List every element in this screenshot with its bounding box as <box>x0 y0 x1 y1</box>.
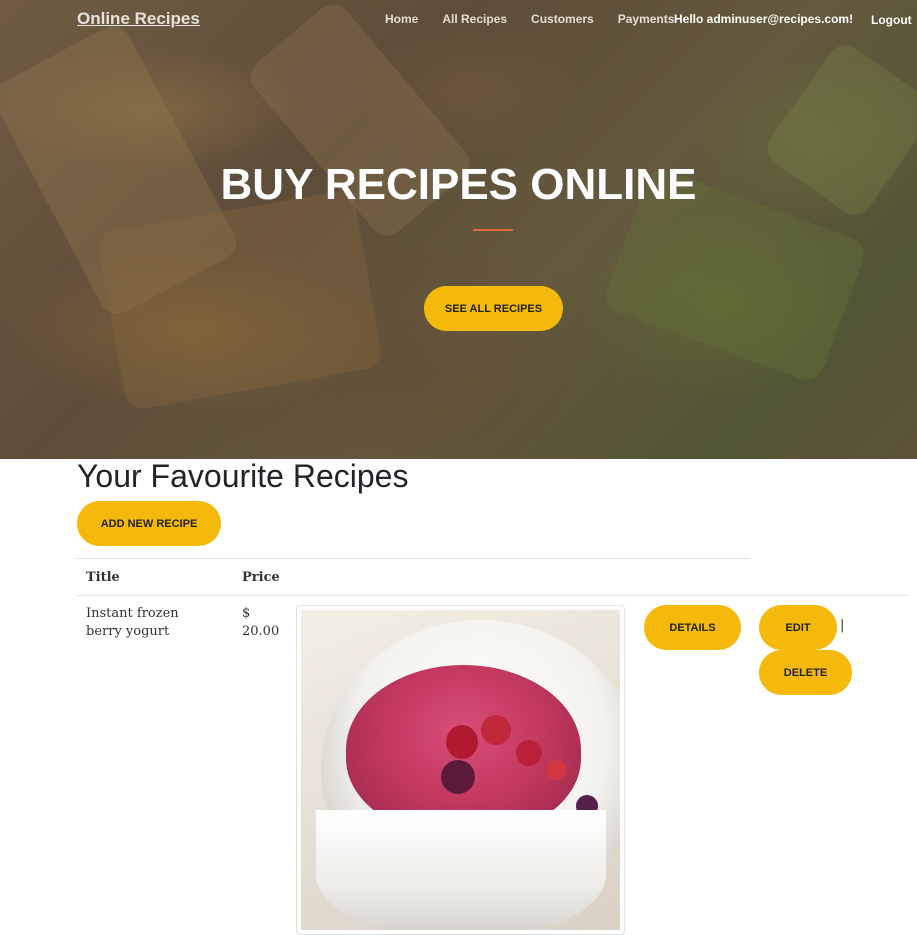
action-separator: | <box>840 618 845 633</box>
nav-link-home[interactable]: Home <box>385 12 418 26</box>
nav-links: Home All Recipes Customers Payments <box>385 12 674 26</box>
recipe-price: $ 20.00 <box>242 606 280 639</box>
delete-button[interactable]: DELETE <box>759 650 852 695</box>
see-all-recipes-button[interactable]: SEE ALL RECIPES <box>424 286 563 331</box>
top-navbar: Online Recipes Home All Recipes Customer… <box>0 0 917 40</box>
brand-logo-link[interactable]: Online Recipes <box>77 9 200 29</box>
details-button[interactable]: DETAILS <box>644 605 741 650</box>
hero-overlay <box>0 0 917 459</box>
user-greeting: Hello adminuser@recipes.com! <box>674 12 854 26</box>
recipe-image <box>296 605 625 935</box>
edit-button[interactable]: EDIT <box>759 605 837 650</box>
column-header-title: Title <box>86 570 120 585</box>
column-header-price: Price <box>242 570 280 585</box>
nav-link-customers[interactable]: Customers <box>531 12 594 26</box>
logout-link[interactable]: Logout <box>871 13 912 27</box>
table-top-border <box>77 558 750 559</box>
hero-divider <box>473 229 513 231</box>
nav-link-all-recipes[interactable]: All Recipes <box>442 12 507 26</box>
hero-title: BUY RECIPES ONLINE <box>220 160 697 209</box>
add-new-recipe-button[interactable]: ADD NEW RECIPE <box>77 501 221 546</box>
nav-link-payments[interactable]: Payments <box>618 12 675 26</box>
table-header-border <box>77 595 909 596</box>
page-title: Your Favourite Recipes <box>77 458 409 494</box>
recipe-title: Instant frozen berry yogurt <box>86 606 179 639</box>
hero-banner: Online Recipes Home All Recipes Customer… <box>0 0 917 459</box>
recipe-image-frozen-berry-yogurt <box>301 610 620 930</box>
